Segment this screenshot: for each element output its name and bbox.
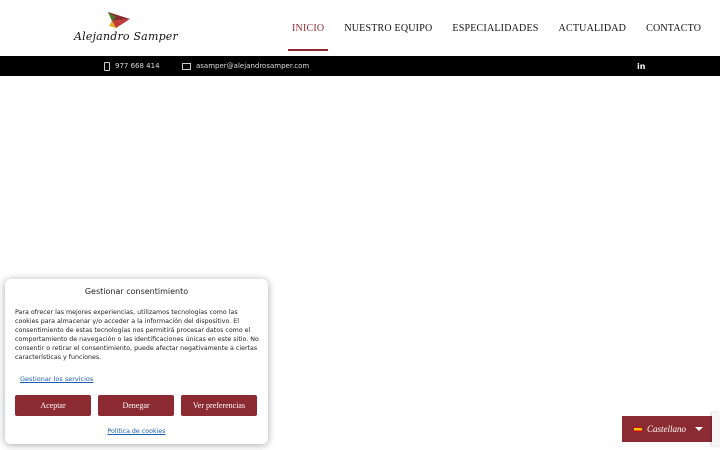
cookie-policy-link[interactable]: Política de cookies [5,428,268,435]
nav-item-especialidades[interactable]: ESPECIALIDADES [442,0,548,56]
site-header: Alejandro Samper INICIO NUESTRO EQUIPO E… [0,0,720,56]
cookie-consent-modal: Gestionar consentimiento Para ofrecer la… [5,279,268,444]
phone-icon [104,61,110,71]
cookie-modal-title: Gestionar consentimiento [84,287,189,296]
main-nav: INICIO NUESTRO EQUIPO ESPECIALIDADES ACT… [282,0,711,56]
phone-number: 977 668 414 [115,62,160,70]
nav-item-inicio[interactable]: INICIO [282,0,334,56]
phone-contact[interactable]: 977 668 414 [104,56,160,76]
logo-text: Alejandro Samper [74,30,178,43]
nav-item-contacto[interactable]: CONTACTO [636,0,711,56]
language-switcher[interactable]: Castellano [622,416,713,442]
language-label: Castellano [647,424,687,434]
linkedin-icon[interactable]: in [637,56,645,76]
spain-flag-icon [634,426,642,432]
cookie-modal-text: Para ofrecer las mejores experiencias, u… [15,309,259,361]
mail-icon [182,62,191,70]
caret-down-icon [695,427,704,431]
nav-item-nuestro-equipo[interactable]: NUESTRO EQUIPO [334,0,442,56]
nav-item-actualidad[interactable]: ACTUALIDAD [549,0,637,56]
preferences-button[interactable]: Ver preferencias [181,395,257,416]
email-contact[interactable]: asamper@alejandrosamper.com [182,56,309,76]
recaptcha-badge [712,412,720,446]
email-address: asamper@alejandrosamper.com [196,62,310,70]
logo-mark-icon [108,12,130,28]
deny-button[interactable]: Denegar [98,395,174,416]
site-logo[interactable]: Alejandro Samper [74,10,178,46]
accept-button[interactable]: Aceptar [15,395,91,416]
contact-topbar: 977 668 414 asamper@alejandrosamper.com … [0,56,720,76]
manage-services-link[interactable]: Gestionar los servicios [20,375,93,383]
